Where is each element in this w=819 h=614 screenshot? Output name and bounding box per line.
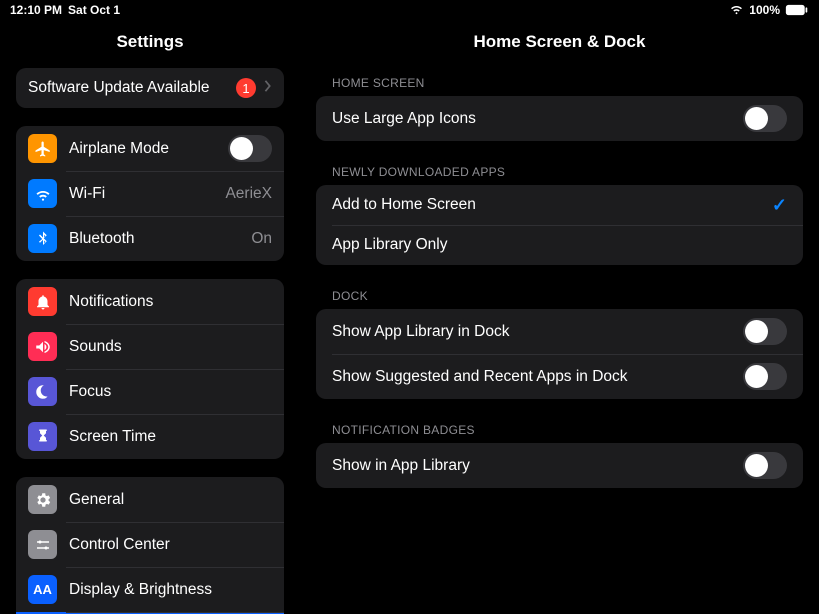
wifi-label: Wi-Fi [69, 185, 225, 203]
display-label: Display & Brightness [69, 581, 272, 599]
app-library-only-row[interactable]: App Library Only [316, 225, 803, 265]
section-dock-header: DOCK [300, 289, 819, 309]
general-label: General [69, 491, 272, 509]
status-bar: 12:10 PM Sat Oct 1 100% [0, 0, 819, 20]
airplane-mode-row[interactable]: Airplane Mode [16, 126, 284, 171]
bluetooth-row[interactable]: Bluetooth On [16, 216, 284, 261]
bluetooth-value: On [251, 230, 272, 248]
focus-row[interactable]: Focus [16, 369, 284, 414]
bluetooth-icon [28, 224, 57, 253]
general-row[interactable]: General [16, 477, 284, 522]
status-time: 12:10 PM [10, 3, 62, 17]
app-library-only-label: App Library Only [332, 236, 787, 254]
show-recent-toggle[interactable] [743, 363, 787, 390]
software-update-label: Software Update Available [28, 79, 236, 97]
homescreen-section: Use Large App Icons [316, 96, 803, 141]
show-app-library-row[interactable]: Show App Library in Dock [316, 309, 803, 354]
moon-icon [28, 377, 57, 406]
update-badge: 1 [236, 78, 256, 98]
wifi-icon [729, 1, 744, 19]
show-in-library-row[interactable]: Show in App Library [316, 443, 803, 488]
section-homescreen-header: HOME SCREEN [300, 76, 819, 96]
airplane-label: Airplane Mode [69, 140, 228, 158]
detail-title: Home Screen & Dock [300, 22, 819, 76]
bell-icon [28, 287, 57, 316]
notifications-label: Notifications [69, 293, 272, 311]
show-in-library-toggle[interactable] [743, 452, 787, 479]
wifi-row[interactable]: Wi-Fi AerieX [16, 171, 284, 216]
hourglass-icon [28, 422, 57, 451]
add-to-home-label: Add to Home Screen [332, 196, 772, 214]
show-app-library-label: Show App Library in Dock [332, 323, 743, 341]
show-recent-row[interactable]: Show Suggested and Recent Apps in Dock [316, 354, 803, 399]
sliders-icon [28, 530, 57, 559]
large-app-icons-label: Use Large App Icons [332, 110, 743, 128]
gear-icon [28, 485, 57, 514]
bluetooth-label: Bluetooth [69, 230, 251, 248]
sounds-row[interactable]: Sounds [16, 324, 284, 369]
detail-pane: Home Screen & Dock HOME SCREEN Use Large… [300, 0, 819, 614]
newly-downloaded-section: Add to Home Screen ✓ App Library Only [316, 185, 803, 265]
sounds-label: Sounds [69, 338, 272, 356]
airplane-icon [28, 134, 57, 163]
show-app-library-toggle[interactable] [743, 318, 787, 345]
focus-label: Focus [69, 383, 272, 401]
large-app-icons-row[interactable]: Use Large App Icons [316, 96, 803, 141]
screentime-row[interactable]: Screen Time [16, 414, 284, 459]
battery-icon [785, 4, 809, 16]
large-app-icons-toggle[interactable] [743, 105, 787, 132]
wifi-value: AerieX [225, 185, 272, 203]
badges-section: Show in App Library [316, 443, 803, 488]
battery-percent: 100% [749, 3, 780, 17]
checkmark-icon: ✓ [772, 195, 787, 216]
show-recent-label: Show Suggested and Recent Apps in Dock [332, 368, 743, 386]
sidebar-title: Settings [0, 22, 300, 68]
section-newly-header: NEWLY DOWNLOADED APPS [300, 165, 819, 185]
aa-icon: AA [28, 575, 57, 604]
settings-sidebar: Settings Software Update Available 1 Air… [0, 0, 300, 614]
connectivity-group: Airplane Mode Wi-Fi AerieX Bluetooth On [16, 126, 284, 261]
alerts-group: Notifications Sounds Focus Screen Time [16, 279, 284, 459]
controlcenter-row[interactable]: Control Center [16, 522, 284, 567]
general-group: General Control Center AA Display & Brig… [16, 477, 284, 614]
controlcenter-label: Control Center [69, 536, 272, 554]
notifications-row[interactable]: Notifications [16, 279, 284, 324]
speaker-icon [28, 332, 57, 361]
add-to-home-row[interactable]: Add to Home Screen ✓ [316, 185, 803, 225]
software-update-row[interactable]: Software Update Available 1 [16, 68, 284, 108]
display-row[interactable]: AA Display & Brightness [16, 567, 284, 612]
show-in-library-label: Show in App Library [332, 457, 743, 475]
dock-section: Show App Library in Dock Show Suggested … [316, 309, 803, 399]
status-date: Sat Oct 1 [68, 3, 120, 17]
wifi-settings-icon [28, 179, 57, 208]
section-badges-header: NOTIFICATION BADGES [300, 423, 819, 443]
chevron-right-icon [264, 79, 272, 97]
screentime-label: Screen Time [69, 428, 272, 446]
airplane-toggle[interactable] [228, 135, 272, 162]
software-update-group: Software Update Available 1 [16, 68, 284, 108]
